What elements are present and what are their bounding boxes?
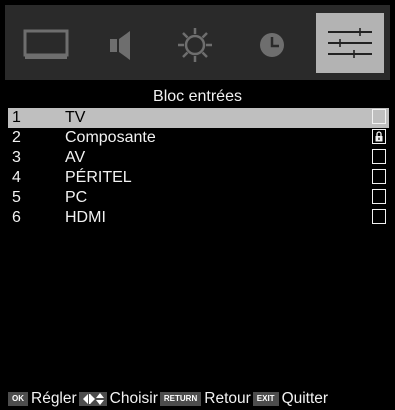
lock-checkbox-locked[interactable] xyxy=(372,129,386,144)
tab-options[interactable] xyxy=(316,13,384,73)
input-row[interactable]: 4 PÉRITEL xyxy=(8,168,389,188)
input-number: 3 xyxy=(12,149,21,166)
lock-checkbox[interactable] xyxy=(372,109,386,124)
input-name: PC xyxy=(65,189,88,206)
input-row[interactable]: 1 TV xyxy=(8,108,389,128)
input-number: 4 xyxy=(12,169,21,186)
input-row[interactable]: 2 Composante xyxy=(8,128,389,148)
tab-time[interactable] xyxy=(240,17,304,73)
input-name: TV xyxy=(65,109,86,126)
input-name: HDMI xyxy=(65,209,106,226)
input-number: 6 xyxy=(12,209,21,226)
input-name: AV xyxy=(65,149,86,166)
options-sliders-icon xyxy=(328,28,372,58)
return-action-text: Retour xyxy=(204,390,251,407)
picture-icon xyxy=(23,29,69,59)
input-number: 1 xyxy=(12,109,21,126)
exit-action-text: Quitter xyxy=(281,390,329,407)
input-row[interactable]: 3 AV xyxy=(8,148,389,168)
input-row[interactable]: 5 PC xyxy=(8,188,389,208)
input-lock-list: 1 TV 2 Composante 3 AV 4 PÉRITEL 5 PC 6 HDMI xyxy=(8,108,389,228)
menu-title: Bloc entrées xyxy=(153,88,242,105)
ok-action-text: Régler xyxy=(31,390,77,407)
help-bar: OK Régler Choisir RETURN Retour EXIT Qui… xyxy=(8,388,395,410)
lock-checkbox[interactable] xyxy=(372,149,386,164)
tab-sound[interactable] xyxy=(89,17,153,73)
input-name: Composante xyxy=(65,129,156,146)
navigate-action-text: Choisir xyxy=(109,390,158,407)
clock-icon xyxy=(260,33,284,57)
exit-key-label: EXIT xyxy=(252,392,279,406)
padlock-icon xyxy=(375,131,383,142)
sound-icon xyxy=(110,31,130,60)
input-number: 2 xyxy=(12,129,21,146)
input-name: PÉRITEL xyxy=(65,169,132,186)
tab-settings[interactable] xyxy=(163,17,227,73)
lock-checkbox[interactable] xyxy=(372,209,386,224)
menu-tab-bar xyxy=(5,5,390,80)
tab-picture[interactable] xyxy=(14,17,78,73)
tv-osd-screen: Bloc entrées 1 TV 2 Composante 3 AV 4 PÉRITEL 5 P… xyxy=(0,0,395,410)
lock-checkbox[interactable] xyxy=(372,189,386,204)
ok-key-label: OK xyxy=(8,392,28,406)
lock-checkbox[interactable] xyxy=(372,169,386,184)
settings-icon xyxy=(178,28,212,62)
navigate-arrows-icon xyxy=(78,392,107,406)
return-key-label: RETURN xyxy=(159,392,202,406)
input-row[interactable]: 6 HDMI xyxy=(8,208,389,228)
input-number: 5 xyxy=(12,189,21,206)
